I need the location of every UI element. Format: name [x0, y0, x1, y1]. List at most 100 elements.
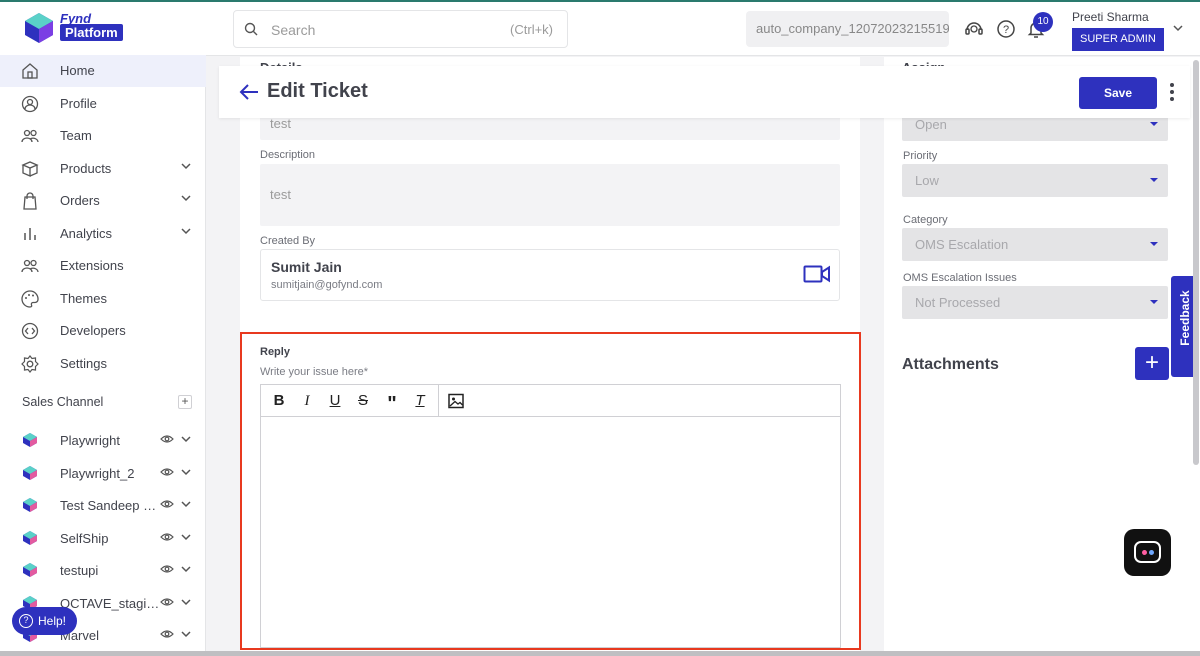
team-icon — [21, 129, 39, 143]
chatbot-button[interactable] — [1124, 529, 1171, 576]
chevron-down-icon — [181, 195, 191, 202]
chevron-down-icon[interactable] — [180, 565, 192, 573]
attachments-heading: Attachments — [902, 356, 999, 373]
description-label: Description — [260, 149, 316, 161]
reply-editor[interactable]: B I U S " T — [260, 384, 841, 648]
priority-select[interactable]: Low — [902, 164, 1168, 197]
orders-icon — [23, 192, 37, 210]
add-sales-channel-button[interactable]: + — [178, 395, 192, 409]
sidebar-item-home[interactable]: Home — [0, 55, 206, 87]
sidebar-item-themes[interactable]: Themes — [0, 283, 206, 315]
chevron-down-icon[interactable] — [180, 630, 192, 638]
caret-down-icon — [1150, 178, 1158, 182]
chevron-down-icon[interactable] — [180, 435, 192, 443]
channel-name: SelfShip — [60, 531, 109, 546]
chevron-down-icon[interactable] — [180, 598, 192, 606]
sidebar-item-label: Themes — [60, 291, 107, 306]
quote-icon[interactable]: " — [383, 392, 401, 415]
bold-icon[interactable]: B — [270, 392, 288, 410]
channel-logo-icon — [23, 466, 37, 480]
sidebar-item-label: Extensions — [60, 258, 124, 273]
analytics-icon — [24, 228, 36, 240]
profile-icon — [21, 95, 39, 113]
description-value: test — [270, 187, 291, 202]
eye-icon[interactable] — [160, 597, 174, 607]
channel-item[interactable]: Test Sandeep C... — [0, 489, 206, 521]
escalation-issues-value: Not Processed — [915, 295, 1001, 310]
bottom-scrollbar[interactable] — [0, 651, 1200, 656]
back-arrow-icon[interactable] — [239, 83, 259, 101]
sidebar-item-extensions[interactable]: Extensions — [0, 250, 206, 282]
scrollbar[interactable] — [1193, 60, 1199, 465]
channel-logo-icon — [23, 498, 37, 512]
eye-icon[interactable] — [160, 434, 174, 444]
sidebar-item-settings[interactable]: Settings — [0, 348, 206, 380]
fynd-platform-logo[interactable]: Fynd Platform — [22, 11, 142, 47]
sidebar-item-label: Orders — [60, 193, 100, 208]
help-label: Help! — [38, 614, 67, 628]
clear-format-icon[interactable]: T — [411, 392, 429, 410]
underline-icon[interactable]: U — [326, 392, 344, 410]
user-menu-chevron-icon[interactable] — [1172, 24, 1184, 32]
escalation-issues-select[interactable]: Not Processed — [902, 286, 1168, 319]
help-button[interactable]: ? Help! — [12, 607, 77, 635]
feedback-label: Feedback — [1178, 290, 1192, 346]
add-attachment-button[interactable]: + — [1135, 347, 1169, 380]
svg-text:?: ? — [1003, 24, 1009, 36]
sidebar-item-developers[interactable]: Developers — [0, 315, 206, 347]
caret-down-icon — [1150, 122, 1158, 126]
settings-icon — [21, 355, 39, 373]
channel-item[interactable]: SelfShip — [0, 522, 206, 554]
search-placeholder: Search — [271, 22, 316, 38]
support-icon[interactable] — [963, 18, 985, 40]
sidebar-item-profile[interactable]: Profile — [0, 88, 206, 120]
image-icon[interactable] — [447, 392, 465, 410]
help-circle-icon[interactable]: ? — [995, 18, 1017, 40]
chevron-down-icon[interactable] — [180, 533, 192, 541]
company-selector[interactable]: auto_company_120720232155193 — [746, 11, 949, 47]
video-call-icon[interactable] — [803, 264, 831, 284]
channel-item[interactable]: Playwright_2 — [0, 457, 206, 489]
editor-toolbar: B I U S " T — [261, 385, 840, 417]
channel-item[interactable]: testupi — [0, 554, 206, 586]
eye-icon[interactable] — [160, 629, 174, 639]
sidebar-item-orders[interactable]: Orders — [0, 185, 206, 217]
sales-channel-title: Sales Channel — [22, 395, 104, 409]
priority-value: Low — [915, 173, 939, 188]
sidebar-item-label: Team — [60, 128, 92, 143]
more-options-icon[interactable] — [1170, 83, 1176, 103]
eye-icon[interactable] — [160, 467, 174, 477]
chatbot-icon — [1134, 541, 1161, 563]
sidebar-item-products[interactable]: Products — [0, 153, 206, 185]
channel-item[interactable]: Playwright — [0, 424, 206, 456]
category-select[interactable]: OMS Escalation — [902, 228, 1168, 261]
logo-text-platform: Platform — [60, 24, 123, 41]
user-name: Preeti Sharma — [1072, 10, 1149, 24]
channel-name: Playwright_2 — [60, 466, 135, 481]
eye-icon[interactable] — [160, 564, 174, 574]
channel-name: OCTAVE_staging — [60, 596, 160, 611]
channel-name: Playwright — [60, 433, 120, 448]
category-value: OMS Escalation — [915, 237, 1009, 252]
sidebar-item-label: Products — [60, 161, 112, 176]
search-shortcut: (Ctrl+k) — [510, 22, 553, 37]
chevron-down-icon[interactable] — [180, 468, 192, 476]
italic-icon[interactable]: I — [298, 392, 316, 410]
themes-icon — [21, 290, 39, 308]
sidebar-item-analytics[interactable]: Analytics — [0, 218, 206, 250]
reply-hint: Write your issue here* — [260, 366, 369, 378]
channel-logo-icon — [23, 531, 37, 545]
eye-icon[interactable] — [160, 499, 174, 509]
channel-name: Marvel — [60, 628, 100, 643]
strikethrough-icon[interactable]: S — [354, 392, 372, 410]
sidebar-item-team[interactable]: Team — [0, 120, 206, 152]
ticket-title-value: test — [270, 116, 291, 131]
status-value: Open — [915, 117, 947, 132]
sidebar-item-label: Analytics — [60, 226, 113, 241]
save-button[interactable]: Save — [1079, 77, 1157, 109]
chevron-down-icon[interactable] — [180, 500, 192, 508]
created-by-label: Created By — [260, 235, 316, 247]
search-input[interactable]: Search (Ctrl+k) — [233, 10, 568, 48]
description-field: test — [260, 164, 840, 226]
eye-icon[interactable] — [160, 532, 174, 542]
